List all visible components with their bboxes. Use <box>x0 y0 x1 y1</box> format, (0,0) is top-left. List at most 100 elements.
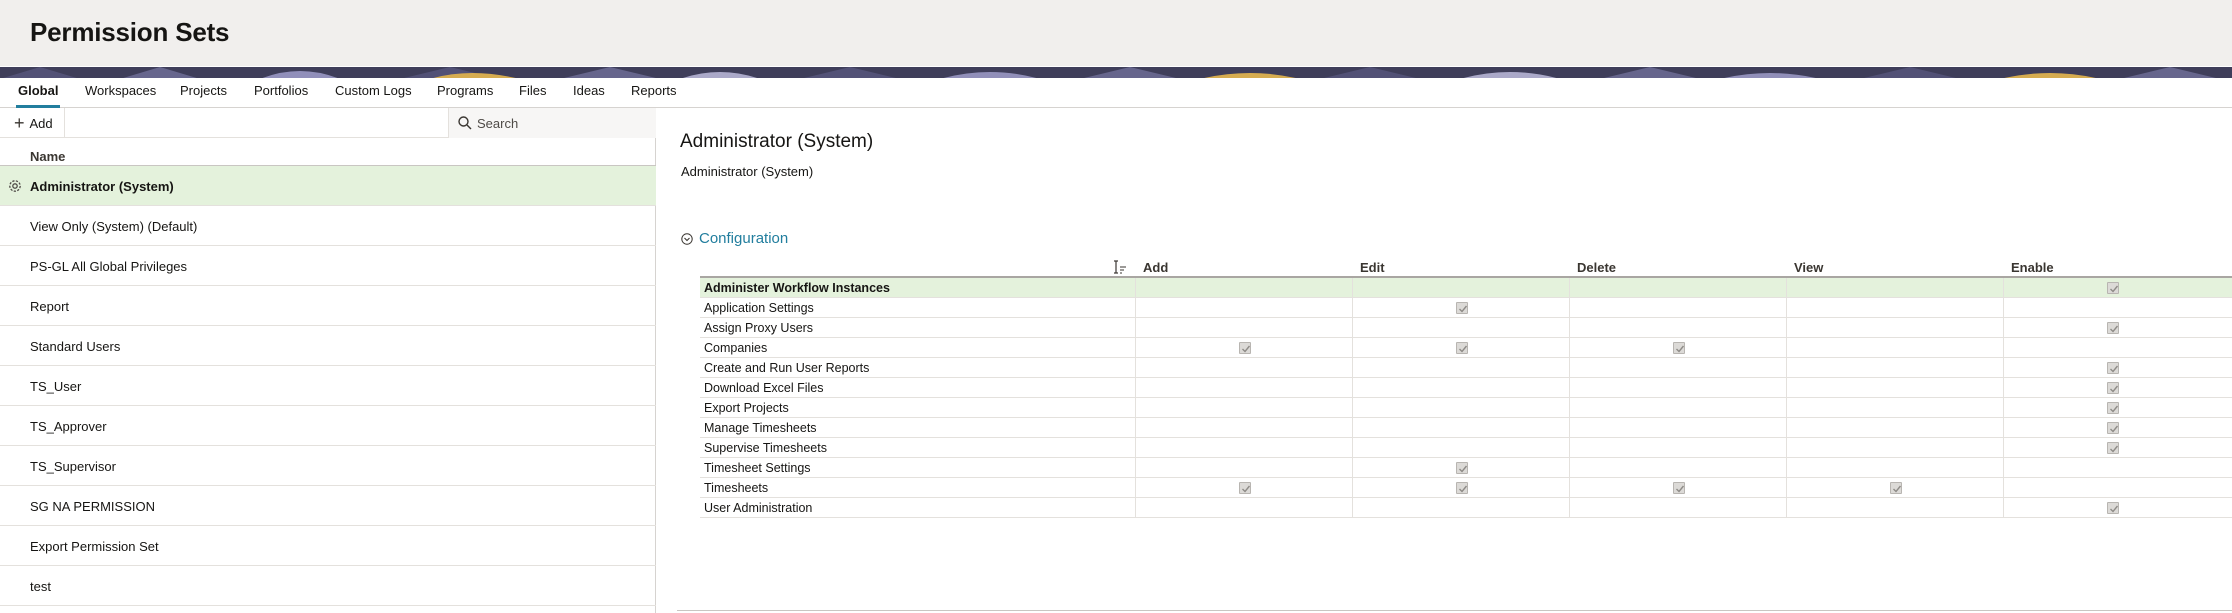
grid-cell-view <box>1786 478 2003 498</box>
sort-icon[interactable] <box>1113 260 1127 274</box>
grid-cell-add <box>1135 498 1352 518</box>
tab-custom-logs[interactable]: Custom Logs <box>333 78 414 108</box>
column-header-edit[interactable]: Edit <box>1360 260 1385 275</box>
grid-cell-delete <box>1569 478 1786 498</box>
grid-row-name: Application Settings <box>704 301 814 315</box>
grid-cell-edit <box>1352 458 1569 478</box>
grid-cell-enable <box>2003 338 2220 358</box>
checkbox-checked[interactable] <box>2106 362 2119 374</box>
checkbox-checked[interactable] <box>2106 442 2119 454</box>
column-header-delete[interactable]: Delete <box>1577 260 1616 275</box>
grid-row-name: Supervise Timesheets <box>704 441 827 455</box>
tab-ideas[interactable]: Ideas <box>571 78 607 108</box>
search-input[interactable] <box>477 112 649 134</box>
add-button[interactable]: + Add <box>8 113 59 133</box>
grid-row-name: Download Excel Files <box>704 381 824 395</box>
checkbox-checked[interactable] <box>2106 422 2119 434</box>
grid-cell-enable <box>2003 358 2220 378</box>
checkbox-checked[interactable] <box>1672 482 1685 494</box>
checkbox-checked[interactable] <box>1455 462 1468 474</box>
list-item-label: test <box>30 579 51 594</box>
tab-files[interactable]: Files <box>517 78 548 108</box>
checkbox-checked[interactable] <box>1672 342 1685 354</box>
list-item[interactable]: PS-GL All Global Privileges <box>0 246 656 286</box>
checkbox-checked[interactable] <box>2106 282 2119 294</box>
column-header-view[interactable]: View <box>1794 260 1823 275</box>
grid-cell-add <box>1135 438 1352 458</box>
tab-programs[interactable]: Programs <box>435 78 495 108</box>
grid-cell-edit <box>1352 318 1569 338</box>
list-item[interactable]: TS_User <box>0 366 656 406</box>
grid-cell-enable <box>2003 298 2220 318</box>
grid-row[interactable]: Companies <box>700 338 2232 358</box>
list-item[interactable]: Standard Users <box>0 326 656 366</box>
grid-row[interactable]: Timesheets <box>700 478 2232 498</box>
grid-cell-edit <box>1352 278 1569 298</box>
list-item-label: SG NA PERMISSION <box>30 499 155 514</box>
grid-cell-add <box>1135 478 1352 498</box>
grid-row[interactable]: User Administration <box>700 498 2232 518</box>
list-item[interactable]: View Only (System) (Default) <box>0 206 656 246</box>
search-box <box>448 108 656 138</box>
toolbar-divider <box>64 108 65 138</box>
grid-cell-delete <box>1569 378 1786 398</box>
checkbox-checked[interactable] <box>1455 342 1468 354</box>
decorative-banner <box>0 66 2232 78</box>
grid-row[interactable]: Download Excel Files <box>700 378 2232 398</box>
grid-row[interactable]: Application Settings <box>700 298 2232 318</box>
grid-row[interactable]: Timesheet Settings <box>700 458 2232 478</box>
list-item[interactable]: TS_Supervisor <box>0 446 656 486</box>
list-item-label: TS_Approver <box>30 419 107 434</box>
checkbox-checked[interactable] <box>2106 382 2119 394</box>
tab-projects[interactable]: Projects <box>178 78 229 108</box>
grid-cell-view <box>1786 398 2003 418</box>
gear-icon[interactable] <box>7 178 23 194</box>
grid-row[interactable]: Create and Run User Reports <box>700 358 2232 378</box>
grid-cell-view <box>1786 378 2003 398</box>
grid-row[interactable]: Export Projects <box>700 398 2232 418</box>
column-header-add[interactable]: Add <box>1143 260 1168 275</box>
plus-icon: + <box>14 113 25 133</box>
tab-reports[interactable]: Reports <box>629 78 679 108</box>
column-header-enable[interactable]: Enable <box>2011 260 2054 275</box>
grid-cell-enable <box>2003 398 2220 418</box>
tab-workspaces[interactable]: Workspaces <box>83 78 158 108</box>
grid-cell-view <box>1786 338 2003 358</box>
checkbox-checked[interactable] <box>1889 482 1902 494</box>
list-item[interactable]: Administrator (System) <box>0 166 656 206</box>
page-header: Permission Sets <box>0 0 2232 66</box>
name-column-header[interactable]: Name <box>0 148 656 166</box>
list-item[interactable]: SG NA PERMISSION <box>0 486 656 526</box>
grid-row[interactable]: Supervise Timesheets <box>700 438 2232 458</box>
grid-cell-edit <box>1352 478 1569 498</box>
grid-row-name: Timesheet Settings <box>704 461 811 475</box>
grid-cell-add <box>1135 358 1352 378</box>
checkbox-checked[interactable] <box>2106 402 2119 414</box>
grid-cell-view <box>1786 318 2003 338</box>
grid-cell-delete <box>1569 298 1786 318</box>
permission-set-list-panel: + Add Name Administrator (System) View O… <box>0 108 656 613</box>
grid-row[interactable]: Manage Timesheets <box>700 418 2232 438</box>
grid-cell-enable <box>2003 498 2220 518</box>
checkbox-checked[interactable] <box>1238 342 1251 354</box>
detail-title: Administrator (System) <box>680 131 874 152</box>
grid-row[interactable]: Administer Workflow Instances <box>700 278 2232 298</box>
checkbox-checked[interactable] <box>2106 502 2119 514</box>
configuration-section-label: Configuration <box>699 230 789 247</box>
checkbox-checked[interactable] <box>1455 302 1468 314</box>
grid-row-name: Administer Workflow Instances <box>704 281 890 295</box>
checkbox-checked[interactable] <box>2106 322 2119 334</box>
list-item-label: PS-GL All Global Privileges <box>30 259 188 274</box>
checkbox-checked[interactable] <box>1238 482 1251 494</box>
tab-global[interactable]: Global <box>16 78 61 108</box>
list-item[interactable]: Export Permission Set <box>0 526 656 566</box>
list-item[interactable]: test <box>0 566 656 606</box>
list-item[interactable]: Report <box>0 286 656 326</box>
grid-cell-view <box>1786 358 2003 378</box>
list-item-label: TS_Supervisor <box>30 459 116 474</box>
grid-row[interactable]: Assign Proxy Users <box>700 318 2232 338</box>
list-item[interactable]: TS_Approver <box>0 406 656 446</box>
configuration-section-toggle[interactable]: Configuration <box>681 230 788 247</box>
checkbox-checked[interactable] <box>1455 482 1468 494</box>
tab-portfolios[interactable]: Portfolios <box>252 78 310 108</box>
